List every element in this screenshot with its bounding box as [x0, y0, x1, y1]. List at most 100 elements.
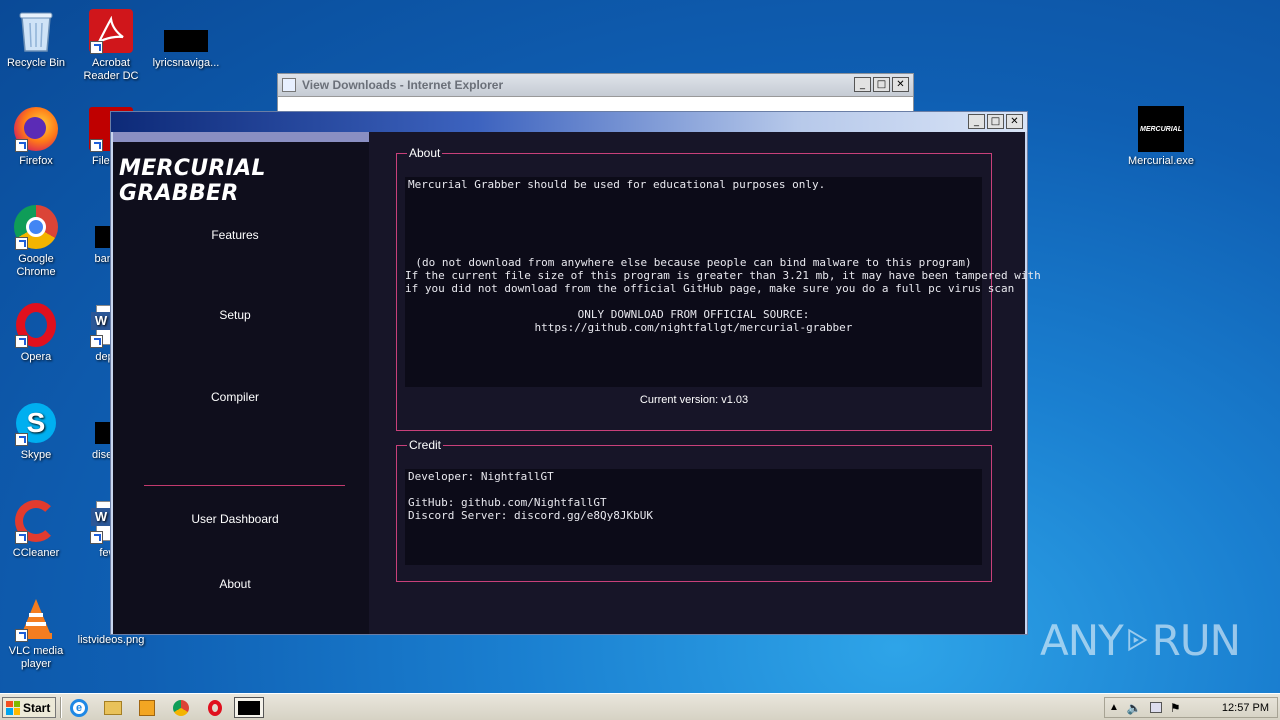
mercurial-exe-label: Mercurial.exe — [1127, 155, 1195, 167]
recycle-bin-icon — [13, 8, 59, 54]
desktop-icon-lyricsnavigator[interactable]: lyricsnaviga... — [148, 28, 224, 70]
about-group-title: About — [407, 146, 443, 160]
black-file-icon — [163, 28, 209, 54]
shortcut-arrow-icon — [15, 531, 28, 544]
desktop-icon-acrobat[interactable]: Acrobat Reader DC — [73, 8, 149, 83]
show-hidden-icons-chevron-icon[interactable]: ▲ — [1109, 702, 1119, 713]
official-source-url: https://github.com/nightfallgt/mercurial… — [534, 321, 853, 334]
watermark-right-text: RUN — [1151, 615, 1241, 665]
maximize-button[interactable]: □ — [873, 77, 890, 92]
brand-logo-text: MERCURIAL GRABBER — [119, 156, 266, 206]
listvideos-label: listvideos.png — [77, 634, 145, 646]
desktop-icon-listvideos[interactable]: listvideos.png — [73, 634, 149, 647]
maximize-button[interactable]: □ — [987, 114, 1004, 129]
shortcut-arrow-icon — [15, 335, 28, 348]
start-button[interactable]: Start — [2, 697, 56, 718]
start-label: Start — [23, 700, 51, 715]
firefox-icon — [13, 106, 59, 152]
chrome-label: Google Chrome — [16, 253, 56, 278]
action-center-flag-icon[interactable]: ⚑ — [1170, 701, 1181, 715]
shortcut-arrow-icon — [15, 237, 28, 250]
taskbar-opera-icon[interactable] — [203, 697, 227, 718]
taskbar: Start e ▲ 🔈 ⚑ 12:57 PM — [0, 693, 1280, 720]
ccleaner-icon — [13, 498, 59, 544]
developer-credit: Developer: NightfallGT — [408, 470, 554, 483]
shortcut-arrow-icon — [15, 139, 28, 152]
desktop-icon-skype[interactable]: S Skype — [0, 400, 74, 462]
github-credit: GitHub: github.com/NightfallGT — [408, 496, 607, 509]
play-logo-icon — [1128, 628, 1148, 652]
shortcut-arrow-icon — [15, 433, 28, 446]
shortcut-arrow-icon — [90, 335, 103, 348]
system-tray: ▲ 🔈 ⚑ 12:57 PM — [1104, 697, 1278, 718]
download-warning-line-3: if you did not download from the officia… — [405, 282, 1015, 295]
desktop-icon-vlc[interactable]: VLC media player — [0, 596, 74, 671]
mercurial-titlebar[interactable] — [111, 112, 1027, 132]
download-warning-line-2: If the current file size of this program… — [405, 269, 1041, 282]
current-version-label: Current version: v1.03 — [639, 394, 749, 406]
nav-setup[interactable]: Setup — [113, 308, 357, 322]
ie-window-title: View Downloads - Internet Explorer — [302, 78, 504, 92]
desktop-icon-ccleaner[interactable]: CCleaner — [0, 498, 74, 560]
discord-credit: Discord Server: discord.gg/e8Qy8JKbUK — [408, 509, 654, 522]
desktop-icon-chrome[interactable]: Google Chrome — [0, 204, 74, 279]
nav-user-dashboard[interactable]: User Dashboard — [113, 512, 357, 526]
about-groupbox: About Mercurial Grabber should be used f… — [396, 146, 1041, 431]
desktop-icon-recycle-bin[interactable]: Recycle Bin — [0, 8, 74, 70]
chrome-icon — [13, 204, 59, 250]
skype-label: Skype — [20, 449, 52, 461]
credit-group-title: Credit — [407, 438, 444, 452]
taskbar-clock[interactable]: 12:57 PM — [1222, 702, 1269, 714]
desktop-icon-opera[interactable]: Opera — [0, 302, 74, 364]
vlc-label: VLC media player — [8, 645, 64, 670]
windows-flag-icon — [6, 700, 20, 715]
taskbar-ie-icon[interactable]: e — [67, 697, 91, 718]
minimize-button[interactable]: _ — [854, 77, 871, 92]
nav-compiler[interactable]: Compiler — [113, 390, 357, 404]
taskbar-media-player-icon[interactable] — [135, 697, 159, 718]
credit-groupbox: Credit Developer: NightfallGT GitHub: gi… — [396, 438, 992, 582]
ie-titlebar[interactable]: View Downloads - Internet Explorer — [278, 74, 913, 96]
opera-icon — [13, 302, 59, 348]
ie-window-controls: _ □ ✕ — [854, 77, 909, 92]
volume-icon[interactable]: 🔈 — [1127, 701, 1142, 715]
taskbar-chrome-icon[interactable] — [169, 697, 193, 718]
lyricsnavigator-label: lyricsnaviga... — [152, 57, 220, 69]
ccleaner-label: CCleaner — [12, 547, 60, 559]
acrobat-icon — [88, 8, 134, 54]
ie-downloads-icon — [282, 78, 296, 92]
credit-textbox[interactable]: Developer: NightfallGT GitHub: github.co… — [405, 469, 982, 565]
opera-label: Opera — [20, 351, 52, 363]
acrobat-label: Acrobat Reader DC — [83, 57, 139, 82]
mercurial-grabber-window[interactable]: _ □ ✕ MERCURIAL GRABBER Features Setup C… — [110, 111, 1041, 635]
about-textbox[interactable]: Mercurial Grabber should be used for edu… — [405, 177, 1041, 387]
minimize-button[interactable]: _ — [968, 114, 985, 129]
close-button[interactable]: ✕ — [892, 77, 909, 92]
skype-icon: S — [13, 400, 59, 446]
taskbar-explorer-icon[interactable] — [101, 697, 125, 718]
shortcut-arrow-icon — [90, 139, 103, 152]
nav-features[interactable]: Features — [113, 228, 357, 242]
sidebar-divider — [144, 485, 345, 486]
mercurial-app-icon: MERCURIAL — [1138, 106, 1184, 152]
taskbar-mercurial-app[interactable] — [234, 697, 264, 718]
nav-about[interactable]: About — [113, 577, 357, 591]
mercurial-window-controls: _ □ ✕ — [968, 114, 1023, 129]
shortcut-arrow-icon — [15, 629, 28, 642]
download-warning-line-1: (do not download from anywhere else beca… — [415, 256, 972, 269]
sidebar: MERCURIAL GRABBER Features Setup Compile… — [113, 132, 369, 634]
network-icon[interactable] — [1149, 702, 1162, 713]
desktop-icon-mercurial-exe[interactable]: MERCURIAL Mercurial.exe — [1123, 106, 1199, 168]
close-button[interactable]: ✕ — [1006, 114, 1023, 129]
recycle-bin-label: Recycle Bin — [6, 57, 66, 69]
mercurial-client-area: MERCURIAL GRABBER Features Setup Compile… — [113, 132, 1041, 634]
sidebar-accent-strip — [113, 132, 369, 142]
taskbar-separator — [60, 697, 62, 718]
desktop-icon-firefox[interactable]: Firefox — [0, 106, 74, 168]
watermark-left-text: ANY — [1040, 615, 1124, 665]
ie-downloads-window[interactable]: View Downloads - Internet Explorer _ □ ✕ — [277, 73, 914, 113]
educational-purpose-text: Mercurial Grabber should be used for edu… — [408, 178, 826, 191]
vlc-icon — [13, 596, 59, 642]
shortcut-arrow-icon — [90, 41, 103, 54]
firefox-label: Firefox — [19, 155, 53, 167]
